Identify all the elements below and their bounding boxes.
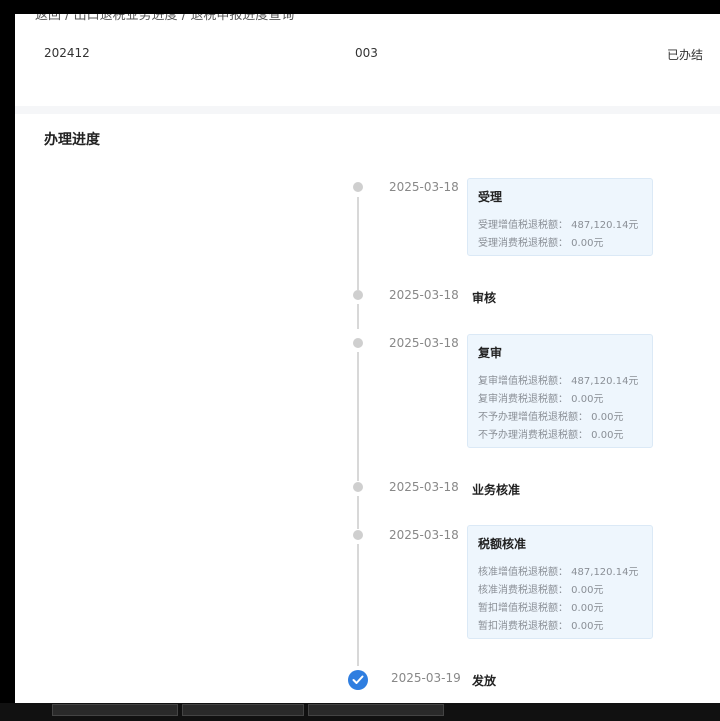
dot-icon bbox=[353, 290, 363, 300]
step-detail: 不予办理增值税退税额： 0.00元 bbox=[478, 412, 624, 423]
step-detail: 暂扣增值税退税额： 0.00元 bbox=[478, 603, 604, 614]
progress-card: 办理进度 2025-03-18 受理 受理增值税退税额： 487,120.14元… bbox=[15, 114, 720, 703]
step-date: 2025-03-18 bbox=[389, 336, 459, 350]
record-info-card: 返回 / 出口退税业务进度 / 退税申报进度查询 202412 003 已办结 bbox=[15, 14, 720, 106]
step-date: 2025-03-19 bbox=[391, 671, 461, 685]
screen-border-top bbox=[0, 0, 720, 14]
taskbar-item[interactable] bbox=[52, 704, 178, 716]
dot-icon bbox=[353, 530, 363, 540]
step-detail: 核准消费税退税额： 0.00元 bbox=[478, 585, 604, 596]
timeline-line bbox=[357, 544, 359, 666]
dot-icon bbox=[353, 338, 363, 348]
step-title: 业务核准 bbox=[472, 483, 521, 497]
screen-border-left bbox=[0, 0, 15, 721]
step-date: 2025-03-18 bbox=[389, 528, 459, 542]
breadcrumb-trail: / 出口退税业务进度 / 退税申报进度查询 bbox=[65, 14, 295, 23]
dot-icon bbox=[353, 182, 363, 192]
timeline-line bbox=[357, 304, 359, 329]
step-title: 发放 bbox=[472, 674, 497, 688]
step-detail: 受理消费税退税额： 0.00元 bbox=[478, 238, 604, 249]
step-detail: 核准增值税退税额： 487,120.14元 bbox=[478, 567, 639, 578]
taskbar-item[interactable] bbox=[182, 704, 304, 716]
step-detail-box: 税额核准 核准增值税退税额： 487,120.14元 核准消费税退税额： 0.0… bbox=[467, 525, 653, 639]
back-link[interactable]: 返回 bbox=[35, 14, 61, 23]
section-title: 办理进度 bbox=[44, 132, 100, 148]
record-period: 202412 bbox=[44, 46, 90, 60]
page: 返回 / 出口退税业务进度 / 退税申报进度查询 202412 003 已办结 … bbox=[15, 14, 720, 703]
step-title: 复审 bbox=[478, 346, 503, 360]
step-detail: 受理增值税退税额： 487,120.14元 bbox=[478, 220, 639, 231]
step-date: 2025-03-18 bbox=[389, 180, 459, 194]
step-detail: 复审增值税退税额： 487,120.14元 bbox=[478, 376, 639, 387]
step-detail: 复审消费税退税额： 0.00元 bbox=[478, 394, 604, 405]
timeline-line bbox=[357, 352, 359, 481]
timeline-line bbox=[357, 197, 359, 290]
check-icon bbox=[352, 675, 364, 684]
step-title: 税额核准 bbox=[478, 537, 527, 551]
breadcrumb: 返回 / 出口退税业务进度 / 退税申报进度查询 bbox=[35, 14, 294, 23]
record-sequence: 003 bbox=[355, 46, 378, 60]
step-date: 2025-03-18 bbox=[389, 480, 459, 494]
step-detail: 暂扣消费税退税额： 0.00元 bbox=[478, 621, 604, 632]
check-circle-icon bbox=[348, 670, 368, 690]
dot-icon bbox=[353, 482, 363, 492]
step-detail-box: 复审 复审增值税退税额： 487,120.14元 复审消费税退税额： 0.00元… bbox=[467, 334, 653, 448]
step-detail: 不予办理消费税退税额： 0.00元 bbox=[478, 430, 624, 441]
step-title: 受理 bbox=[478, 190, 503, 204]
timeline-line bbox=[357, 496, 359, 529]
step-detail-box: 受理 受理增值税退税额： 487,120.14元 受理消费税退税额： 0.00元 bbox=[467, 178, 653, 256]
taskbar-item[interactable] bbox=[308, 704, 444, 716]
step-title: 审核 bbox=[472, 291, 497, 305]
step-date: 2025-03-18 bbox=[389, 288, 459, 302]
record-status: 已办结 bbox=[667, 48, 704, 62]
